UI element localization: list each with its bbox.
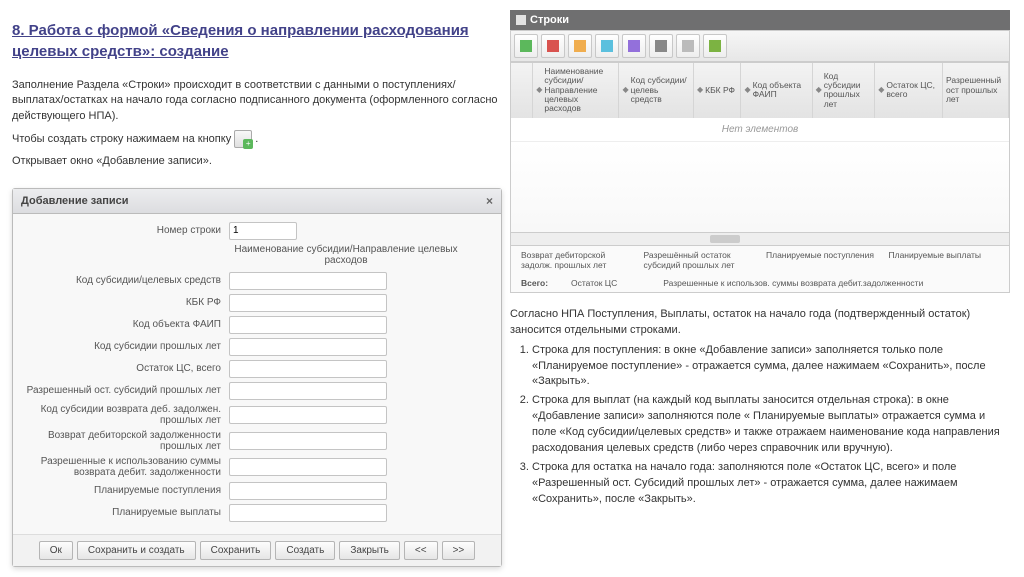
field-label: Возврат дебиторской задолженности прошлы… — [21, 430, 229, 452]
instruction-item: Строка для выплат (на каждый код выплаты… — [532, 393, 1010, 457]
dialog-button[interactable]: Сохранить — [200, 541, 272, 560]
add-record-dialog: Добавление записи × Номер строки Наименов… — [12, 188, 502, 567]
grid-col-header[interactable]: ◆Наименование субсидии/Направление целев… — [533, 63, 619, 118]
field-label: Код субсидии прошлых лет — [21, 341, 229, 352]
field-input[interactable] — [229, 406, 387, 424]
grid-col-header[interactable] — [511, 63, 533, 118]
tb-print[interactable] — [649, 34, 673, 58]
field-label: Планируемые выплаты — [21, 507, 229, 518]
field-label: Разрешенный ост. субсидий прошлых лет — [21, 385, 229, 396]
field-label: Номер строки — [21, 225, 229, 236]
grid-col-header[interactable]: ◆Остаток ЦС, всего — [875, 63, 943, 118]
field-input[interactable] — [229, 316, 387, 334]
grid-toolbar — [510, 30, 1010, 62]
grid-col-header[interactable]: ◆Код субсидии/целевь средств — [619, 63, 693, 118]
grid-footer: Возврат дебиторской задолж. прошлых летР… — [510, 246, 1010, 293]
grid-col-header[interactable]: ◆Код субсидии прошлых лет — [813, 63, 876, 118]
dialog-button[interactable]: Ок — [39, 541, 73, 560]
panel-titlebar: Строки — [510, 10, 1010, 30]
intro-p2: Чтобы создать строку нажимаем на кнопку … — [12, 130, 502, 148]
grid-col-header[interactable]: ◆Код объекта ФАИП — [741, 63, 812, 118]
close-icon[interactable]: × — [486, 194, 493, 208]
intro-p1: Заполнение Раздела «Строки» происходит в… — [12, 78, 502, 124]
tb-copy[interactable] — [622, 34, 646, 58]
dialog-button[interactable]: Создать — [275, 541, 335, 560]
field-input[interactable] — [229, 222, 297, 240]
tb-export[interactable] — [703, 34, 727, 58]
tb-new[interactable] — [514, 34, 538, 58]
instruction-item: Строка для поступления: в окне «Добавлен… — [532, 343, 1010, 391]
field-input[interactable] — [229, 294, 387, 312]
dialog-title: Добавление записи — [21, 195, 129, 207]
dialog-button[interactable]: >> — [442, 541, 476, 560]
dialog-button[interactable]: Закрыть — [339, 541, 400, 560]
tb-delete[interactable] — [541, 34, 565, 58]
field-input[interactable] — [229, 360, 387, 378]
grid-col-header[interactable]: ◆КБК РФ — [694, 63, 741, 118]
tb-refresh[interactable] — [595, 34, 619, 58]
field-input[interactable] — [229, 482, 387, 500]
new-record-icon — [234, 130, 252, 148]
field-input[interactable] — [229, 272, 387, 290]
grid-empty: Нет элементов — [511, 118, 1009, 141]
instruction-item: Строка для остатка на начало года: запол… — [532, 460, 1010, 508]
field-hint: Наименование субсидии/Направление целевы… — [221, 244, 471, 266]
dialog-button[interactable]: Сохранить и создать — [77, 541, 196, 560]
intro-p3: Открывает окно «Добавление записи». — [12, 154, 502, 169]
field-label: Разрешенные к использованию суммы возвра… — [21, 456, 229, 478]
dialog-button[interactable]: << — [404, 541, 438, 560]
field-input[interactable] — [229, 338, 387, 356]
field-label: КБК РФ — [21, 297, 229, 308]
field-label: Код субсидии/целевых средств — [21, 275, 229, 286]
field-label: Планируемые поступления — [21, 485, 229, 496]
grid-col-header[interactable]: Разрешенный ост прошлых лет — [943, 63, 1009, 118]
page-title: 8. Работа с формой «Сведения о направлен… — [12, 20, 502, 62]
instructions: Согласно НПА Поступления, Выплаты, остат… — [510, 307, 1010, 508]
tb-edit[interactable] — [568, 34, 592, 58]
field-input[interactable] — [229, 458, 387, 476]
tb-filter[interactable] — [676, 34, 700, 58]
field-input[interactable] — [229, 432, 387, 450]
panel-icon — [516, 15, 526, 25]
grid: ◆Наименование субсидии/Направление целев… — [510, 62, 1010, 246]
field-label: Код объекта ФАИП — [21, 319, 229, 330]
field-label: Код субсидии возврата деб. задолжен. про… — [21, 404, 229, 426]
field-label: Остаток ЦС, всего — [21, 363, 229, 374]
field-input[interactable] — [229, 382, 387, 400]
field-input[interactable] — [229, 504, 387, 522]
grid-scrollbar[interactable] — [511, 232, 1009, 245]
